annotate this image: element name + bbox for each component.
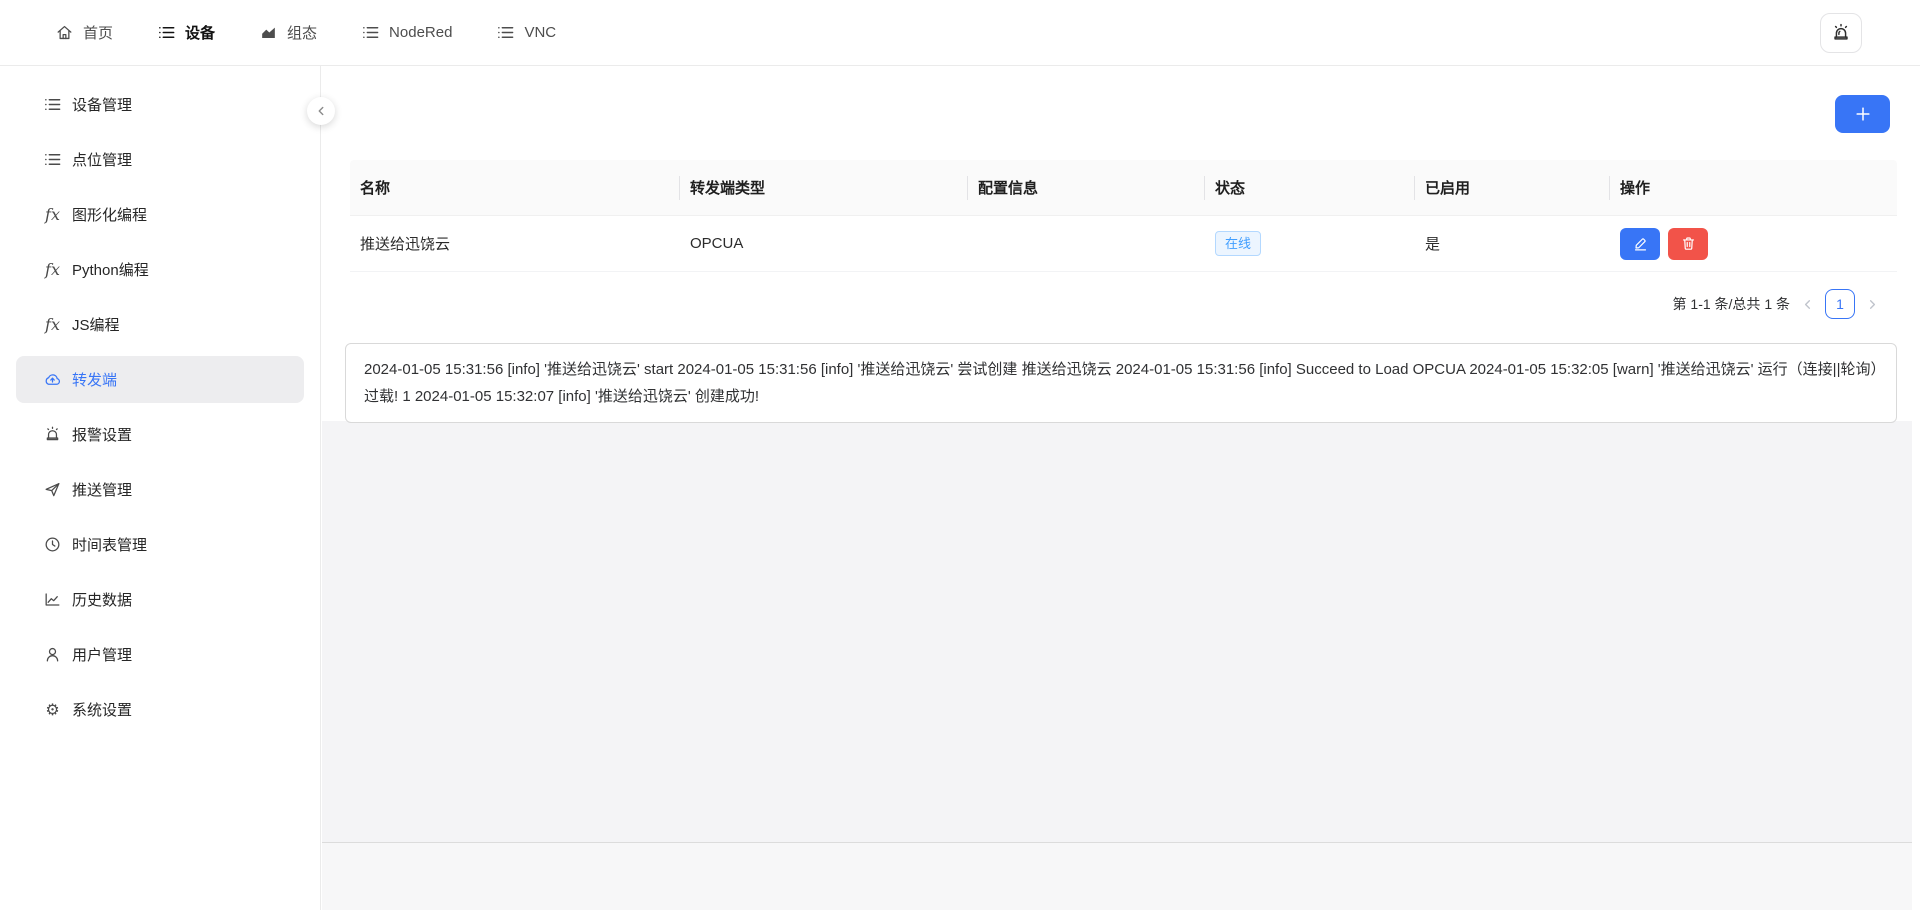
sidebar-item-user-management[interactable]: 用户管理 bbox=[16, 631, 304, 678]
trash-icon bbox=[1680, 235, 1697, 252]
plus-icon bbox=[1853, 104, 1873, 124]
nav-item-device[interactable]: 设备 bbox=[157, 22, 215, 43]
pagination-summary: 第 1-1 条/总共 1 条 bbox=[1673, 294, 1790, 314]
user-icon bbox=[43, 645, 62, 664]
status-badge: 在线 bbox=[1215, 231, 1261, 256]
cell-actions bbox=[1610, 228, 1897, 260]
sidebar-item-system-settings[interactable]: ⚙ 系统设置 bbox=[16, 686, 304, 733]
sidebar-collapse-button[interactable] bbox=[307, 97, 335, 125]
edit-button[interactable] bbox=[1620, 228, 1660, 260]
sidebar-item-label: 用户管理 bbox=[72, 644, 132, 665]
table-header-row: 名称 转发端类型 配置信息 状态 已启用 操作 bbox=[350, 160, 1897, 216]
top-navbar: 首页 设备 组态 NodeRed bbox=[0, 0, 1920, 66]
nav-item-label: 组态 bbox=[287, 22, 317, 43]
nav-item-label: VNC bbox=[524, 24, 556, 41]
gear-icon: ⚙ bbox=[43, 700, 62, 719]
clock-icon bbox=[43, 535, 62, 554]
list-icon bbox=[361, 23, 380, 42]
scrollbar-track[interactable] bbox=[1912, 66, 1920, 910]
alarm-button[interactable] bbox=[1820, 13, 1862, 53]
sidebar-item-schedule-management[interactable]: 时间表管理 bbox=[16, 521, 304, 568]
siren-icon bbox=[43, 425, 62, 444]
home-icon bbox=[55, 23, 74, 42]
sidebar-item-device-management[interactable]: 设备管理 bbox=[16, 81, 304, 128]
forwarder-table: 名称 转发端类型 配置信息 状态 已启用 操作 推送给迅饶云 OPCUA 在线 … bbox=[350, 160, 1897, 272]
content-background bbox=[322, 421, 1920, 842]
pagination: 第 1-1 条/总共 1 条 1 bbox=[1673, 288, 1880, 320]
sidebar-item-label: 推送管理 bbox=[72, 479, 132, 500]
sidebar-item-label: 设备管理 bbox=[72, 94, 132, 115]
cell-enabled: 是 bbox=[1415, 233, 1610, 254]
nav-item-home[interactable]: 首页 bbox=[55, 22, 113, 43]
sidebar-item-push-management[interactable]: 推送管理 bbox=[16, 466, 304, 513]
fx-icon: fx bbox=[43, 315, 62, 334]
nav-item-label: 设备 bbox=[185, 22, 215, 43]
list-icon bbox=[496, 23, 515, 42]
nav-item-label: NodeRed bbox=[389, 24, 452, 41]
sidebar-item-history-data[interactable]: 历史数据 bbox=[16, 576, 304, 623]
sidebar-item-label: 历史数据 bbox=[72, 589, 132, 610]
column-header-type: 转发端类型 bbox=[680, 160, 968, 215]
sidebar-item-label: Python编程 bbox=[72, 259, 149, 280]
nav-item-scada[interactable]: 组态 bbox=[259, 22, 317, 43]
cloud-upload-icon bbox=[43, 370, 62, 389]
sidebar-item-forwarder[interactable]: 转发端 bbox=[16, 356, 304, 403]
footer-area bbox=[322, 842, 1920, 910]
sidebar-item-label: 转发端 bbox=[72, 369, 117, 390]
column-header-enabled: 已启用 bbox=[1415, 160, 1610, 215]
sidebar-item-js-programming[interactable]: fx JS编程 bbox=[16, 301, 304, 348]
sidebar-item-label: JS编程 bbox=[72, 314, 120, 335]
chevron-left-icon bbox=[314, 104, 328, 118]
send-icon bbox=[43, 480, 62, 499]
previous-page-button[interactable] bbox=[1800, 297, 1815, 312]
sidebar-item-label: 点位管理 bbox=[72, 149, 132, 170]
sidebar-item-python-programming[interactable]: fx Python编程 bbox=[16, 246, 304, 293]
main-content: 名称 转发端类型 配置信息 状态 已启用 操作 推送给迅饶云 OPCUA 在线 … bbox=[322, 66, 1920, 910]
cell-name: 推送给迅饶云 bbox=[350, 233, 680, 254]
fx-icon: fx bbox=[43, 205, 62, 224]
nav-item-nodered[interactable]: NodeRed bbox=[361, 23, 452, 42]
add-forwarder-button[interactable] bbox=[1835, 95, 1890, 133]
log-output: 2024-01-05 15:31:56 [info] '推送给迅饶云' star… bbox=[345, 343, 1897, 423]
column-header-actions: 操作 bbox=[1610, 160, 1897, 215]
sidebar: 设备管理 点位管理 fx 图形化编程 fx Python编程 fx JS编程 转… bbox=[0, 66, 321, 910]
column-header-config: 配置信息 bbox=[968, 160, 1205, 215]
nav-item-vnc[interactable]: VNC bbox=[496, 23, 556, 42]
column-header-status: 状态 bbox=[1205, 160, 1415, 215]
sidebar-item-label: 图形化编程 bbox=[72, 204, 147, 225]
sidebar-item-label: 报警设置 bbox=[72, 424, 132, 445]
table-row: 推送给迅饶云 OPCUA 在线 是 bbox=[350, 216, 1897, 272]
siren-icon bbox=[1830, 22, 1852, 44]
line-chart-icon bbox=[43, 590, 62, 609]
page-number-button[interactable]: 1 bbox=[1825, 289, 1855, 319]
sidebar-item-label: 时间表管理 bbox=[72, 534, 147, 555]
pencil-icon bbox=[1632, 235, 1649, 252]
column-header-name: 名称 bbox=[350, 160, 680, 215]
cell-status: 在线 bbox=[1205, 231, 1415, 256]
sidebar-item-point-management[interactable]: 点位管理 bbox=[16, 136, 304, 183]
list-icon bbox=[43, 95, 62, 114]
delete-button[interactable] bbox=[1668, 228, 1708, 260]
sidebar-item-graphical-programming[interactable]: fx 图形化编程 bbox=[16, 191, 304, 238]
nav-item-label: 首页 bbox=[83, 22, 113, 43]
chevron-left-icon bbox=[1800, 297, 1815, 312]
next-page-button[interactable] bbox=[1865, 297, 1880, 312]
list-icon bbox=[157, 23, 176, 42]
sidebar-item-alarm-settings[interactable]: 报警设置 bbox=[16, 411, 304, 458]
chart-icon bbox=[259, 23, 278, 42]
fx-icon: fx bbox=[43, 260, 62, 279]
list-icon bbox=[43, 150, 62, 169]
chevron-right-icon bbox=[1865, 297, 1880, 312]
cell-type: OPCUA bbox=[680, 235, 968, 252]
sidebar-item-label: 系统设置 bbox=[72, 699, 132, 720]
